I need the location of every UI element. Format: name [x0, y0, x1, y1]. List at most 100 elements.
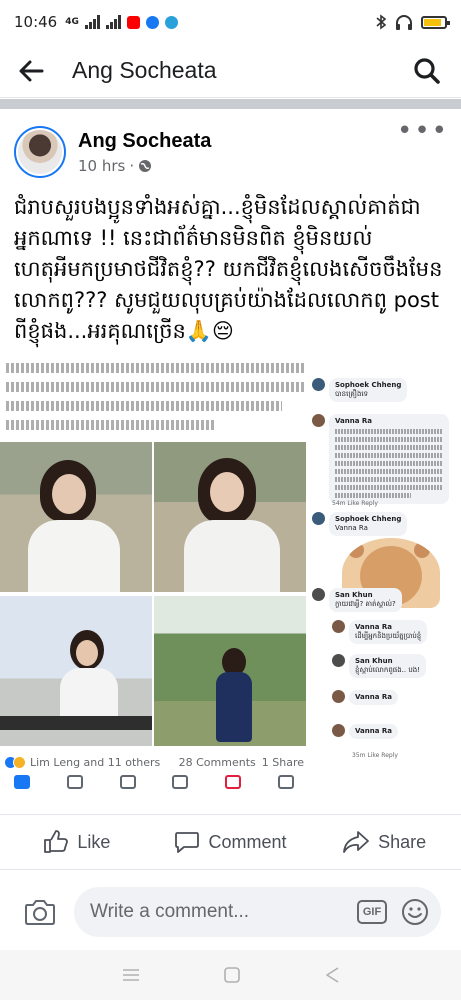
camera-button[interactable]	[20, 892, 60, 932]
post-text: ជំរាបសួរបងប្អូនទាំងអស់គ្នា...ខ្ញុំមិនដែល…	[14, 195, 443, 343]
system-nav-bar	[0, 950, 461, 1000]
comment-3: Sophoek Chheng Vanna Ra	[312, 512, 408, 536]
home-icon	[14, 775, 30, 789]
comment-text: ខ្ញុំស្ដាប់លោកពូផង.. បង!	[355, 666, 421, 674]
commenter-avatar	[312, 414, 325, 427]
status-time: 10:46	[14, 13, 58, 31]
commenter-name: San Khun	[355, 657, 393, 665]
comment-placeholder: Write a comment...	[90, 901, 250, 922]
comment-6: San Khun ខ្ញុំស្ដាប់លោកពូផង.. បង!	[332, 654, 427, 678]
commenter-name: Sophoek Chheng	[335, 515, 402, 523]
photo-2	[154, 442, 306, 592]
shares-count: 1 Share	[261, 756, 304, 769]
network-label: 4G	[65, 17, 79, 27]
sad-reaction-icon	[13, 756, 26, 769]
comment-text: ក្លាយជាអ្វី? គាត់ស្គាល់?	[335, 600, 396, 608]
shared-post-screenshot: Lim Leng and 11 others 28 Comments 1 Sha…	[0, 348, 312, 793]
more-icon: •••	[396, 116, 449, 146]
comment-8-meta: 35m Like Reply	[352, 752, 398, 759]
messenger-icon	[145, 15, 159, 29]
page-title: Ang Socheata	[72, 57, 217, 83]
back-arrow-icon	[19, 60, 44, 81]
status-bar: 10:46 4G	[0, 0, 461, 44]
search-icon	[414, 57, 440, 84]
comment-8: Vanna Ra	[332, 724, 398, 739]
comments-count: 28 Comments	[178, 756, 256, 769]
commenter-avatar	[312, 378, 325, 391]
author-avatar[interactable]	[14, 126, 66, 178]
like-label: Like	[77, 831, 111, 852]
post-time[interactable]: 10 hrs	[78, 157, 125, 175]
camera-icon	[25, 900, 55, 925]
bluetooth-icon	[376, 14, 387, 30]
post-actions: Like Comment Share	[0, 814, 461, 870]
comment-icon	[175, 832, 200, 853]
commenter-avatar	[332, 690, 345, 703]
photo-4	[154, 596, 306, 746]
back-button[interactable]	[18, 55, 50, 87]
back-button-icon[interactable]	[324, 966, 340, 984]
shared-post-text	[6, 354, 306, 439]
post-meta: 10 hrs ·	[78, 157, 211, 175]
battery-icon	[421, 15, 450, 29]
menu-icon	[277, 775, 294, 789]
video-icon	[66, 775, 83, 789]
commenter-name: Sophoek Chheng	[335, 381, 402, 389]
share-icon	[343, 831, 370, 853]
like-button[interactable]: Like	[0, 830, 154, 854]
comment-2-meta: 54m Like Reply	[332, 500, 378, 507]
commenter-avatar	[332, 620, 345, 633]
comments-screenshot: Sophoek Chheng បានគ្រឿងទេ Vanna Ra 54m Li…	[306, 348, 461, 793]
share-label: Share	[378, 831, 427, 852]
post-image[interactable]: Lim Leng and 11 others 28 Comments 1 Sha…	[0, 348, 461, 793]
headphones-icon	[396, 15, 412, 30]
photo-1	[0, 442, 152, 592]
commenter-name: Vanna Ra	[355, 623, 392, 631]
commenter-name: Vanna Ra	[335, 417, 372, 425]
youtube-icon	[126, 15, 140, 29]
comment-1: Sophoek Chheng បានគ្រឿងទេ	[312, 378, 408, 402]
commenter-name: San Khun	[335, 591, 373, 599]
author-name[interactable]: Ang Socheata	[78, 130, 211, 153]
commenter-avatar	[312, 512, 325, 525]
telegram-icon	[164, 15, 178, 29]
share-button[interactable]: Share	[307, 830, 461, 854]
comment-5: Vanna Ra ដើម្បីអ្នកនិងប្រយ័ត្នប្រាប់ខ្ញុំ	[332, 620, 428, 644]
gif-button[interactable]: GIF	[357, 900, 387, 924]
comment-button[interactable]: Comment	[154, 830, 308, 854]
commenter-avatar	[332, 724, 345, 737]
reactions-summary: Lim Leng and 11 others 28 Comments 1 Sha…	[4, 756, 304, 769]
reactions-text: Lim Leng and 11 others	[30, 756, 161, 769]
avatar-image	[18, 130, 62, 174]
photo-3	[0, 596, 152, 746]
emoji-icon[interactable]	[401, 898, 429, 926]
section-divider	[0, 99, 461, 109]
commenter-name: Vanna Ra	[355, 727, 392, 735]
more-options-button[interactable]: •••	[397, 116, 449, 146]
post-header: Ang Socheata 10 hrs · •••	[14, 116, 449, 182]
recent-apps-icon[interactable]	[121, 967, 141, 983]
commenter-name: Vanna Ra	[355, 693, 392, 701]
comment-7: Vanna Ra	[332, 690, 398, 705]
comment-text: បានគ្រឿងទេ	[335, 390, 369, 398]
comment-input[interactable]: Write a comment... GIF	[74, 887, 441, 937]
signal-icon-2	[105, 15, 121, 29]
screenshot-nav-bar	[4, 775, 304, 793]
home-button-icon[interactable]	[223, 966, 241, 984]
app-header: Ang Socheata	[0, 44, 461, 98]
comment-text: ដើម្បីអ្នកនិងប្រយ័ត្នប្រាប់ខ្ញុំ	[355, 632, 422, 640]
commenter-avatar	[332, 654, 345, 667]
signal-icon	[84, 15, 100, 29]
profile-icon	[119, 775, 136, 789]
comment-composer: Write a comment... GIF	[0, 880, 461, 944]
commenter-avatar	[312, 588, 325, 601]
globe-icon	[139, 159, 152, 172]
meta-separator: ·	[129, 156, 135, 175]
search-button[interactable]	[411, 55, 443, 87]
comment-label: Comment	[208, 831, 287, 852]
status-icons: 4G	[65, 15, 178, 29]
comment-4: San Khun ក្លាយជាអ្វី? គាត់ស្គាល់?	[312, 588, 402, 612]
notifications-icon	[225, 775, 242, 789]
groups-icon	[172, 775, 189, 789]
comment-text: Vanna Ra	[335, 524, 368, 532]
